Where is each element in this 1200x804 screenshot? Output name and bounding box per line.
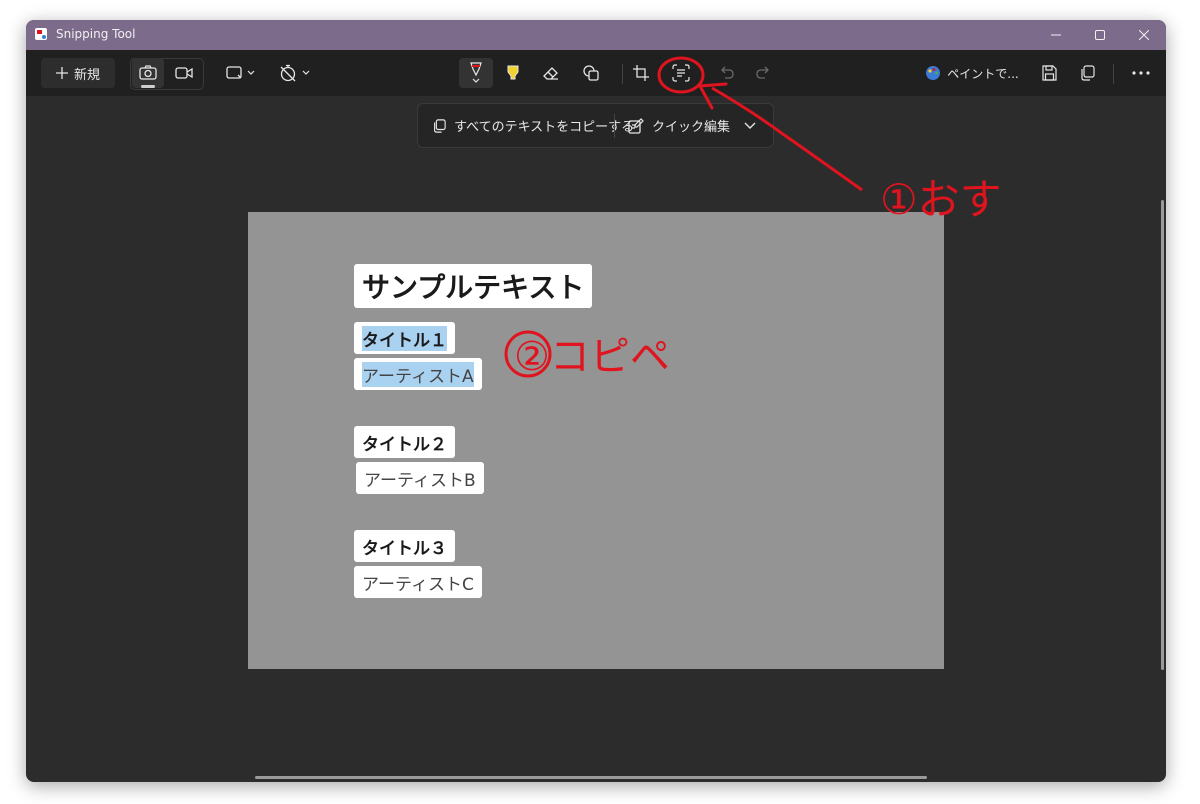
ballpoint-pen-button[interactable] (459, 58, 493, 88)
crop-icon (633, 65, 649, 81)
active-mode-indicator (141, 85, 155, 88)
plus-icon (55, 67, 68, 79)
maximize-button[interactable] (1077, 20, 1123, 50)
undo-button[interactable] (712, 58, 742, 88)
vertical-scrollbar[interactable] (1161, 200, 1164, 670)
maximize-icon (1095, 30, 1105, 40)
timer-off-icon (280, 64, 310, 82)
captured-image[interactable]: サンプルテキスト タイトル１ アーティストA タイトル２ アーティストB タイト… (248, 212, 944, 669)
delay-dropdown[interactable] (276, 58, 314, 88)
new-snip-label: 新規 (73, 67, 100, 83)
snip-shape-dropdown[interactable] (222, 58, 260, 88)
redo-icon (756, 66, 769, 79)
image-heading[interactable]: サンプルテキスト (354, 264, 593, 308)
main-toolbar: 新規 ペイントで... (26, 50, 1166, 96)
shapes-icon (583, 65, 599, 81)
open-in-paint-label: ペイントで... (947, 66, 1019, 81)
copy-text-icon (434, 118, 446, 133)
rectangle-snip-icon (226, 66, 255, 79)
save-icon (1042, 65, 1057, 81)
song-title-2[interactable]: タイトル２ (354, 426, 455, 458)
eraser-button[interactable] (536, 58, 566, 88)
undo-icon (721, 66, 734, 79)
title-bar[interactable]: Snipping Tool (26, 20, 1166, 50)
close-button[interactable] (1121, 20, 1166, 50)
song-title-3[interactable]: タイトル３ (354, 530, 455, 562)
toolbar-divider-right (1113, 64, 1114, 84)
quick-edit-button[interactable]: クイック編集 (628, 104, 730, 147)
more-options-button[interactable] (1126, 58, 1156, 88)
toolbar-divider (622, 64, 623, 84)
text-actions-button[interactable] (666, 58, 696, 88)
chevron-down-icon (744, 122, 756, 129)
redo-button[interactable] (748, 58, 778, 88)
crop-button[interactable] (626, 58, 656, 88)
minimize-icon (1051, 34, 1061, 36)
copy-all-text-button[interactable]: すべてのテキストをコピーする (432, 104, 634, 147)
artist-1-text[interactable]: アーティストA (362, 361, 474, 387)
camera-icon (139, 65, 157, 80)
highlighter-button[interactable] (498, 58, 528, 88)
screenshot-mode-button[interactable] (132, 58, 164, 88)
song-title-1[interactable]: タイトル１ (354, 322, 455, 354)
close-icon (1139, 30, 1149, 40)
step1-annotation: ①おす (880, 175, 1002, 224)
copy-button[interactable] (1072, 58, 1102, 88)
more-icon (1132, 71, 1150, 75)
quick-edit-label: クイック編集 (652, 120, 731, 135)
artist-2[interactable]: アーティストB (356, 462, 484, 494)
snipping-tool-window: Snipping Tool 新規 ペイントで... すべてのテキストをコピーする… (26, 20, 1166, 782)
snipping-tool-app-icon (35, 28, 47, 40)
eraser-icon (543, 67, 558, 80)
minimize-button[interactable] (1033, 20, 1079, 50)
video-mode-button[interactable] (168, 58, 200, 88)
artist-3[interactable]: アーティストC (354, 566, 482, 598)
copy-icon (1081, 65, 1095, 81)
text-actions-divider (614, 114, 615, 138)
horizontal-scrollbar[interactable] (255, 776, 927, 779)
save-button[interactable] (1034, 58, 1064, 88)
highlighter-icon (507, 65, 519, 80)
open-in-paint-button[interactable]: ペイントで... (924, 58, 1020, 88)
paint-app-icon (926, 66, 941, 80)
text-actions-bar: すべてのテキストをコピーする クイック編集 (417, 103, 774, 148)
pen-icon (470, 62, 482, 83)
step2-annotation: ②コピペ (514, 334, 670, 380)
quick-edit-icon (628, 117, 644, 134)
new-snip-button[interactable]: 新規 (41, 58, 115, 88)
window-title: Snipping Tool (56, 27, 136, 41)
song-title-1-text[interactable]: タイトル１ (362, 325, 447, 351)
video-camera-icon (175, 67, 193, 79)
artist-1[interactable]: アーティストA (354, 358, 482, 390)
copy-all-text-label: すべてのテキストをコピーする (454, 120, 635, 135)
text-actions-icon (672, 64, 690, 82)
quick-edit-dropdown[interactable] (744, 104, 756, 147)
shapes-button[interactable] (576, 58, 606, 88)
